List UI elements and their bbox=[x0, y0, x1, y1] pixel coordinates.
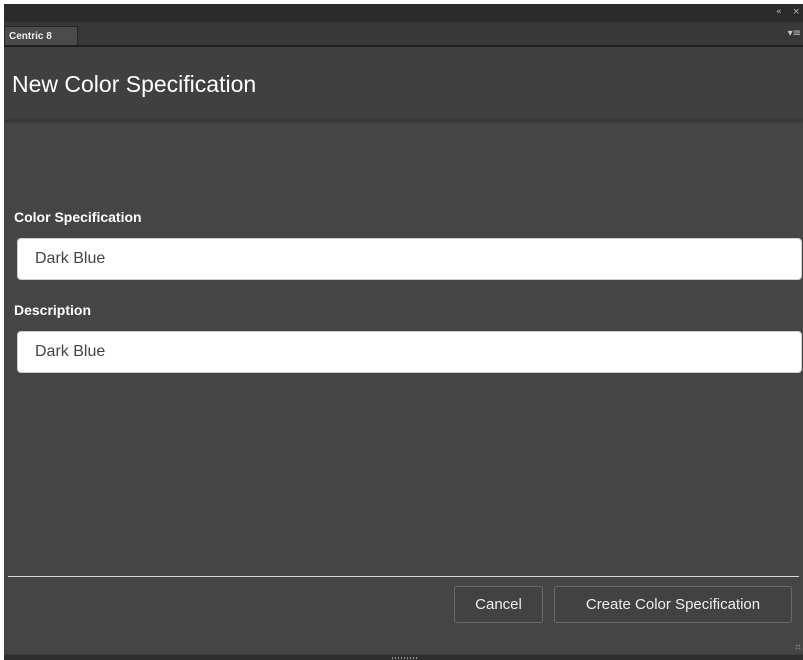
panel-bottom-strip bbox=[4, 654, 803, 660]
page-header: New Color Specification bbox=[4, 47, 803, 120]
resize-grip-icon[interactable] bbox=[795, 644, 801, 650]
color-specification-input[interactable] bbox=[17, 238, 802, 280]
drag-handle-icon[interactable] bbox=[392, 657, 418, 659]
cancel-button[interactable]: Cancel bbox=[454, 586, 543, 623]
create-color-specification-button[interactable]: Create Color Specification bbox=[554, 586, 792, 623]
footer-divider bbox=[8, 576, 799, 577]
panel-titlebar: «× bbox=[4, 4, 803, 22]
panel-menu-icon[interactable]: ▾≡ bbox=[788, 28, 801, 39]
close-icon[interactable]: × bbox=[792, 7, 801, 17]
titlebar-controls: «× bbox=[766, 7, 801, 17]
panel: «× Centric 8 ▾≡ New Color Specification … bbox=[4, 4, 803, 660]
panel-tabbar: Centric 8 ▾≡ bbox=[4, 22, 803, 47]
description-label: Description bbox=[14, 302, 92, 318]
tab-centric-8[interactable]: Centric 8 bbox=[4, 26, 78, 45]
description-input[interactable] bbox=[17, 331, 802, 373]
page-title: New Color Specification bbox=[12, 71, 257, 97]
color-specification-label: Color Specification bbox=[14, 209, 142, 225]
double-chevron-left-icon[interactable]: « bbox=[776, 7, 783, 17]
